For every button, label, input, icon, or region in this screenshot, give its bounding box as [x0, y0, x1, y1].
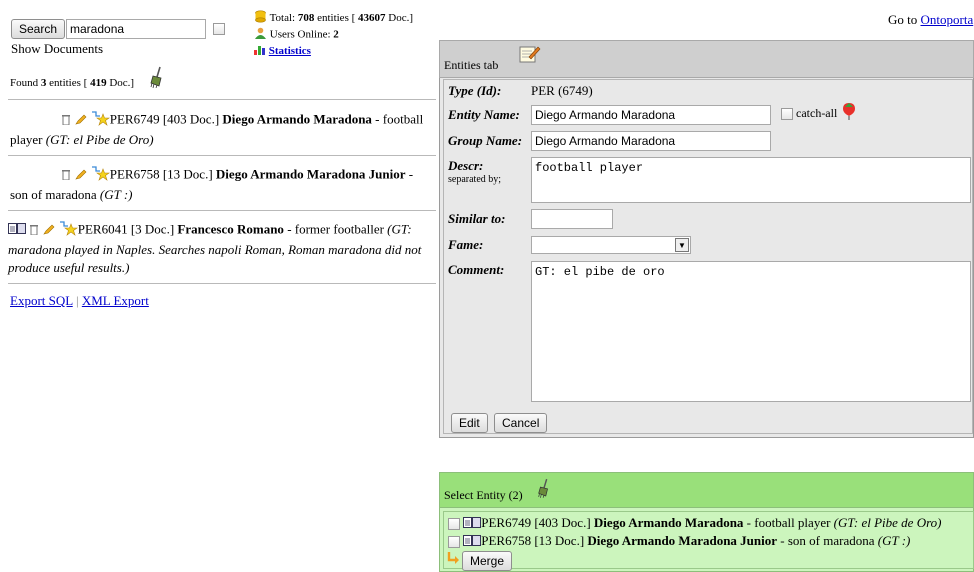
pencil-icon[interactable]	[74, 167, 87, 185]
chevron-down-icon[interactable]: ▼	[675, 238, 689, 252]
entity-name-input[interactable]	[531, 105, 771, 125]
documents-icon[interactable]	[463, 534, 482, 551]
edit-button[interactable]: Edit	[451, 413, 488, 433]
group-name-input[interactable]	[531, 131, 771, 151]
select-entity-item: PER6758 [13 Doc.] Diego Armando Maradona…	[448, 532, 910, 551]
broom-icon[interactable]	[148, 66, 166, 92]
user-icon	[254, 27, 267, 43]
users-online-count: 2	[333, 28, 339, 41]
comment-label: Comment:	[448, 262, 505, 277]
goto-block: Go to Ontoporta	[888, 12, 974, 27]
xml-export-link[interactable]: XML Export	[82, 293, 149, 308]
merge-star-icon[interactable]	[58, 220, 78, 241]
total-docs: 43607	[358, 12, 386, 25]
type-label: Type (Id):	[448, 83, 502, 98]
merge-star-icon[interactable]	[90, 110, 110, 131]
descr-textarea[interactable]: football player	[531, 157, 971, 203]
type-value: PER (6749)	[531, 83, 593, 98]
edit-note-icon[interactable]	[519, 44, 541, 68]
trash-icon[interactable]	[29, 222, 39, 240]
merge-button[interactable]: Merge	[462, 551, 513, 571]
statistics-link[interactable]: Statistics	[269, 45, 311, 57]
descr-sublabel: separated by;	[448, 174, 502, 185]
select-entity-checkbox[interactable]	[448, 518, 460, 531]
stats-block: Total: 708 entities [ 43607 Doc.] Users …	[254, 10, 413, 59]
search-input[interactable]	[66, 19, 206, 39]
descr-label: Descr:	[448, 158, 484, 173]
total-entities: 708	[297, 12, 315, 25]
similar-to-label: Similar to:	[448, 211, 506, 226]
comment-textarea[interactable]: GT: el pibe de oro	[531, 261, 971, 402]
similar-to-input[interactable]	[531, 209, 613, 229]
entity-name-label: Entity Name:	[448, 107, 520, 122]
result-item: PER6041 [3 Doc.] Francesco Romano - form…	[8, 220, 422, 275]
catch-all-label: catch-all	[796, 106, 838, 120]
catch-all-checkbox[interactable]	[781, 108, 793, 120]
export-sql-link[interactable]: Export SQL	[10, 293, 73, 308]
search-option-checkbox[interactable]	[213, 23, 225, 35]
result-item: PER6758 [13 Doc.] Diego Armando Maradona…	[10, 165, 414, 202]
ontoportal-link[interactable]: Ontoporta	[921, 12, 974, 27]
search-button[interactable]: Search	[11, 19, 66, 39]
bar-chart-icon	[254, 44, 266, 59]
pencil-icon[interactable]	[74, 112, 87, 130]
fame-label: Fame:	[448, 237, 484, 252]
show-documents-label[interactable]: Show Documents	[11, 41, 103, 57]
documents-icon[interactable]	[8, 222, 26, 240]
balloon-icon[interactable]	[842, 102, 856, 124]
select-entity-item: PER6749 [403 Doc.] Diego Armando Maradon…	[448, 514, 942, 533]
trash-icon[interactable]	[61, 112, 71, 130]
cancel-button[interactable]: Cancel	[494, 413, 548, 433]
fame-select[interactable]: ▼	[531, 236, 691, 254]
select-entity-title: Select Entity (2)	[444, 488, 523, 502]
found-summary: Found 3 entities [ 419 Doc.]	[10, 77, 135, 89]
entities-tab-title: Entities tab	[444, 58, 499, 72]
broom-icon[interactable]	[536, 478, 552, 502]
result-item: PER6749 [403 Doc.] Diego Armando Maradon…	[10, 110, 424, 147]
documents-icon[interactable]	[463, 516, 482, 533]
select-entity-checkbox[interactable]	[448, 536, 460, 549]
merge-star-icon[interactable]	[90, 165, 110, 186]
trash-icon[interactable]	[61, 167, 71, 185]
arrow-return-icon	[446, 551, 460, 569]
group-name-label: Group Name:	[448, 133, 523, 148]
pencil-icon[interactable]	[42, 222, 55, 240]
database-icon	[254, 10, 267, 27]
export-links: Export SQL | XML Export	[10, 293, 149, 308]
